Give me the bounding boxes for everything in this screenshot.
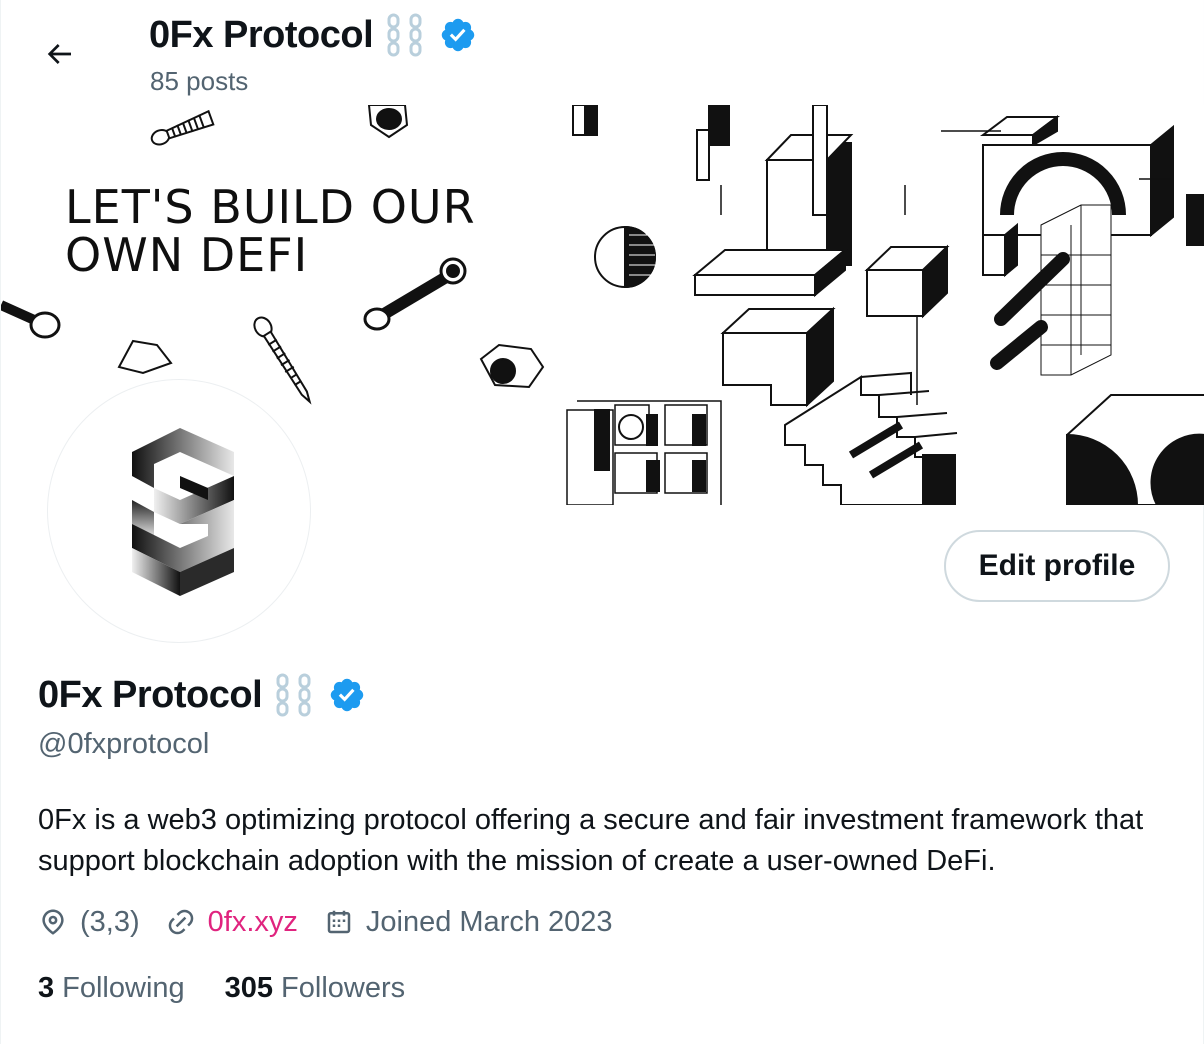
avatar-image: [47, 379, 311, 643]
calendar-icon: [327, 910, 351, 934]
banner-headline: LET'S BUILD OUR OWN DEFI: [65, 183, 476, 279]
header-title-row: 0Fx Protocol: [149, 12, 477, 58]
profile-meta: (3,3) 0fx.xyz Joined March 2023: [38, 900, 639, 944]
posts-count: 85 posts: [150, 66, 249, 96]
profile-name-row: 0Fx Protocol: [38, 672, 366, 718]
followers-count: 305: [224, 971, 274, 1004]
profile-bio: 0Fx is a web3 optimizing protocol offeri…: [38, 804, 1144, 877]
verified-badge-icon[interactable]: [328, 676, 366, 714]
back-button[interactable]: [31, 30, 87, 78]
profile-header: 0Fx Protocol 85 posts: [1, 0, 1204, 105]
joined-item: Joined March 2023: [324, 906, 613, 939]
logo-icon: [132, 428, 234, 596]
followers-link[interactable]: 305 Followers: [225, 972, 405, 1005]
arrow-left-icon: [47, 44, 71, 64]
location-pin-icon: [42, 909, 64, 935]
joined-text: Joined March 2023: [365, 905, 613, 938]
profile-page: 0Fx Protocol 85 posts LET'S BUILD OUR OW…: [0, 0, 1204, 1044]
screw-illustration: [150, 109, 215, 146]
location-item: (3,3): [38, 906, 140, 939]
link-icon: [168, 909, 193, 935]
follow-stats: 3 Following 305 Followers: [38, 966, 445, 1010]
website-link[interactable]: 0fx.xyz: [208, 906, 298, 939]
banner-headline-line2: OWN DEFI: [65, 228, 309, 282]
avatar[interactable]: [41, 373, 315, 647]
website-item: 0fx.xyz: [166, 906, 298, 939]
following-link[interactable]: 3 Following: [38, 972, 185, 1005]
profile-name: 0Fx Protocol: [38, 673, 263, 716]
verified-badge-icon[interactable]: [439, 16, 477, 54]
following-count: 3: [38, 971, 55, 1004]
profile-handle: @0fxprotocol: [38, 728, 210, 760]
header-name: 0Fx Protocol: [149, 13, 374, 56]
followers-label: Followers: [281, 971, 406, 1004]
banner-headline-line1: LET'S BUILD OUR: [65, 180, 476, 234]
location-text: (3,3): [80, 905, 140, 938]
chain-link-icon: [383, 12, 429, 58]
following-label: Following: [62, 971, 185, 1004]
edit-profile-button[interactable]: Edit profile: [944, 530, 1170, 602]
chain-link-icon: [272, 672, 318, 718]
